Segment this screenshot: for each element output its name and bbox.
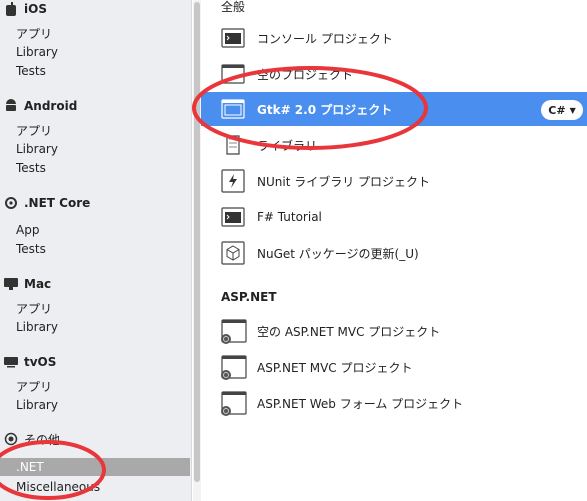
- web-project-icon: [221, 355, 247, 380]
- sidebar-item-android-library[interactable]: Library: [16, 140, 58, 158]
- sidebar-item-miscellaneous[interactable]: Miscellaneous: [16, 478, 100, 496]
- template-list: 全般 コンソール プロジェクト 空のプロジェクト Gtk# 2.0 プロジェクト…: [201, 0, 587, 501]
- sidebar-item-label: .NET: [16, 460, 44, 474]
- other-icon: [4, 432, 18, 446]
- console-icon: [221, 205, 245, 229]
- chevron-down-icon: ▼: [569, 105, 576, 115]
- scrollbar-thumb[interactable]: [194, 2, 200, 482]
- template-library[interactable]: ライブラリ: [201, 128, 587, 162]
- category-sidebar: iOS アプリ Library Tests Android アプリ Librar…: [0, 0, 192, 501]
- category-label: iOS: [24, 2, 47, 16]
- empty-project-icon: [221, 62, 245, 86]
- template-gtk-project[interactable]: Gtk# 2.0 プロジェクト C# ▼: [201, 92, 587, 126]
- template-label: Gtk# 2.0 プロジェクト: [257, 102, 393, 117]
- template-empty-project[interactable]: 空のプロジェクト: [201, 57, 587, 91]
- sidebar-item-ios-tests[interactable]: Tests: [16, 62, 46, 80]
- category-tvos[interactable]: tvOS: [4, 353, 56, 371]
- template-label: ライブラリ: [257, 138, 318, 153]
- dotnet-core-icon: [4, 196, 18, 210]
- group-title-general: 全般: [221, 0, 246, 14]
- sidebar-item-dotnetcore-tests[interactable]: Tests: [16, 240, 46, 258]
- web-project-icon: [221, 319, 247, 344]
- category-label: Android: [24, 99, 78, 113]
- nunit-icon: [221, 169, 245, 193]
- category-label: tvOS: [24, 355, 57, 369]
- web-project-icon: [221, 391, 247, 416]
- template-label: ASP.NET MVC プロジェクト: [257, 360, 413, 375]
- tv-icon: [4, 355, 18, 369]
- sidebar-item-tvos-library[interactable]: Library: [16, 396, 58, 414]
- sidebar-item-dotnet[interactable]: .NET: [0, 458, 190, 476]
- template-fsharp-tutorial[interactable]: F# Tutorial: [201, 200, 587, 234]
- category-label: Mac: [24, 277, 52, 291]
- nuget-icon: [221, 241, 245, 265]
- template-empty-aspnet-mvc[interactable]: 空の ASP.NET MVC プロジェクト: [201, 314, 587, 348]
- sidebar-scrollbar[interactable]: [193, 0, 201, 501]
- template-aspnet-webforms[interactable]: ASP.NET Web フォーム プロジェクト: [201, 386, 587, 420]
- sidebar-item-tvos-app[interactable]: アプリ: [16, 378, 52, 396]
- template-nunit-library[interactable]: NUnit ライブラリ プロジェクト: [201, 164, 587, 198]
- category-ios[interactable]: iOS: [4, 0, 47, 18]
- category-android[interactable]: Android: [4, 97, 77, 115]
- template-label: NuGet パッケージの更新(_U): [257, 246, 419, 261]
- category-label: その他: [24, 432, 61, 447]
- category-dotnet-core[interactable]: .NET Core: [4, 194, 90, 212]
- template-nuget-update[interactable]: NuGet パッケージの更新(_U): [201, 236, 587, 270]
- template-label: コンソール プロジェクト: [257, 31, 393, 46]
- window-icon: [221, 97, 245, 121]
- category-other[interactable]: その他: [4, 430, 60, 448]
- mac-icon: [4, 277, 18, 291]
- template-label: ASP.NET Web フォーム プロジェクト: [257, 396, 464, 411]
- sidebar-item-mac-library[interactable]: Library: [16, 318, 58, 336]
- category-label: .NET Core: [24, 196, 91, 210]
- apple-icon: [4, 2, 18, 16]
- sidebar-item-ios-app[interactable]: アプリ: [16, 25, 52, 43]
- group-title-aspnet: ASP.NET: [221, 290, 277, 304]
- template-label: F# Tutorial: [257, 210, 322, 224]
- sidebar-item-dotnetcore-app[interactable]: App: [16, 221, 39, 239]
- library-icon: [221, 133, 245, 157]
- console-icon: [221, 26, 245, 50]
- sidebar-item-android-app[interactable]: アプリ: [16, 122, 52, 140]
- sidebar-item-ios-library[interactable]: Library: [16, 43, 58, 61]
- category-mac[interactable]: Mac: [4, 275, 51, 293]
- sidebar-item-mac-app[interactable]: アプリ: [16, 300, 52, 318]
- language-select[interactable]: C# ▼: [541, 100, 583, 120]
- language-value: C#: [548, 103, 566, 117]
- template-label: 空の ASP.NET MVC プロジェクト: [257, 324, 441, 339]
- template-aspnet-mvc[interactable]: ASP.NET MVC プロジェクト: [201, 350, 587, 384]
- sidebar-item-android-tests[interactable]: Tests: [16, 159, 46, 177]
- template-label: 空のプロジェクト: [257, 67, 354, 82]
- template-console-project[interactable]: コンソール プロジェクト: [201, 21, 587, 55]
- template-label: NUnit ライブラリ プロジェクト: [257, 174, 431, 189]
- android-icon: [4, 99, 18, 113]
